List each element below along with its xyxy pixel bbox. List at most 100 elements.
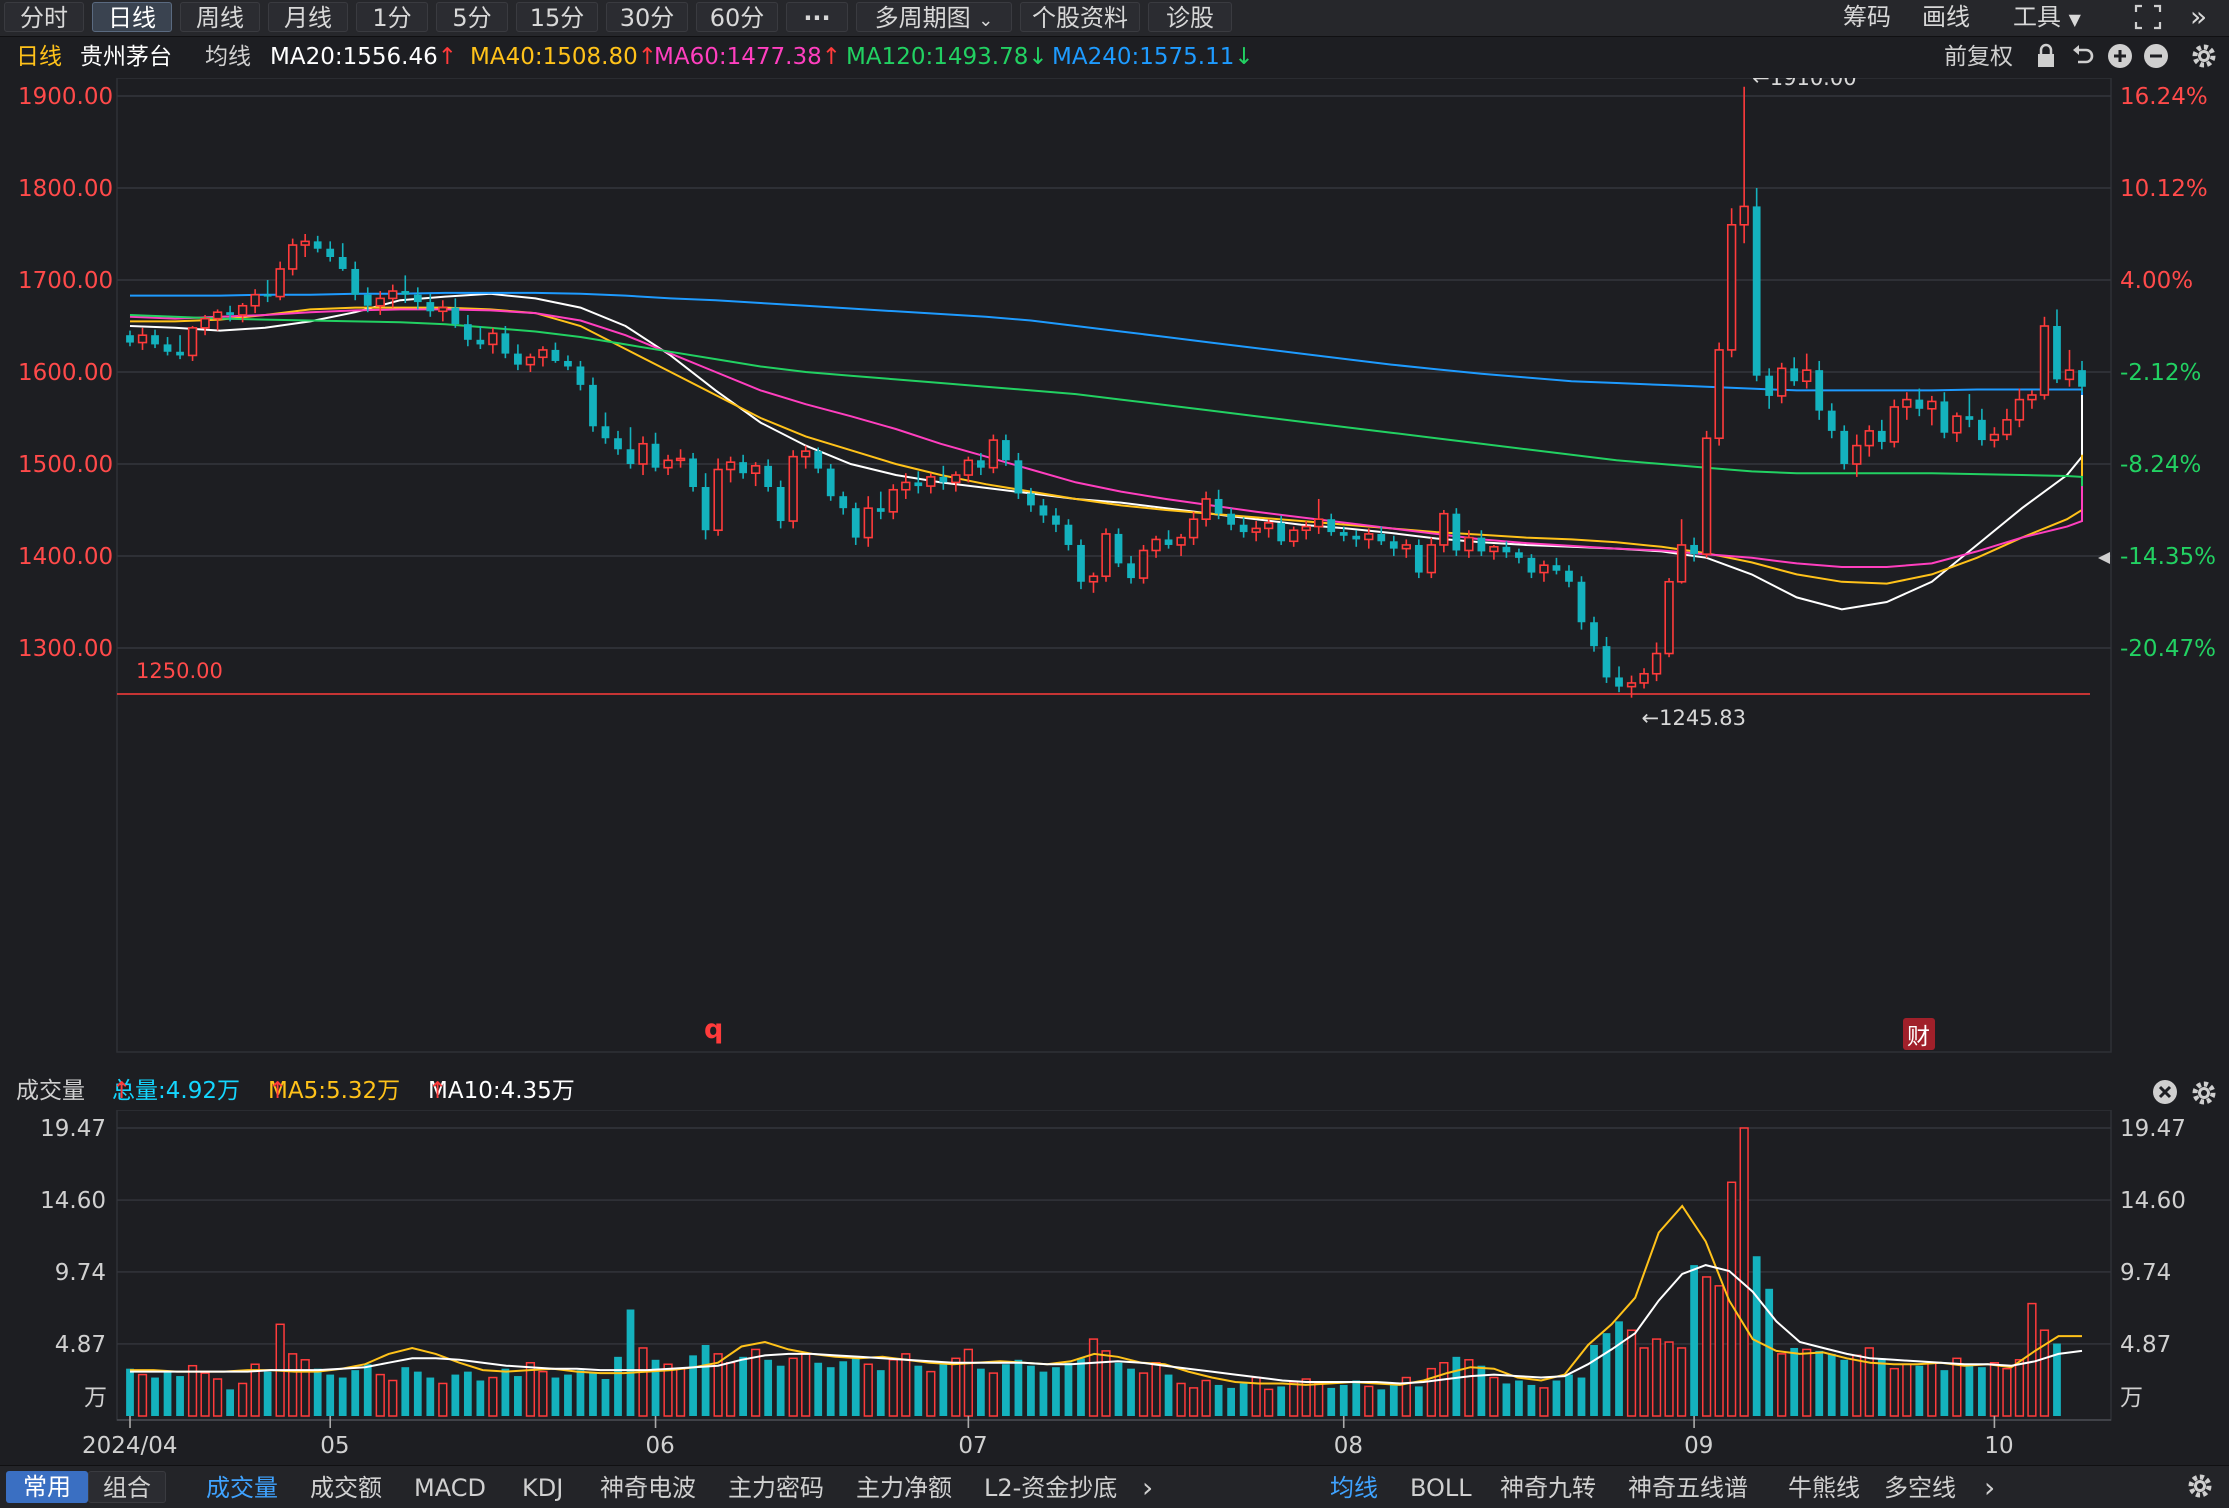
candle-body — [313, 241, 322, 249]
collapse-right-icon[interactable]: » — [2190, 2, 2207, 32]
candle-body — [525, 356, 536, 366]
tab-30min[interactable]: 30分 — [606, 2, 688, 32]
fullscreen-icon[interactable] — [2132, 2, 2164, 32]
period-toolbar: 分时 日线 周线 月线 1分 5分 15分 30分 60分 ··· 多周期图 ⌄… — [0, 0, 2229, 37]
tab-common[interactable]: 常用 — [6, 1471, 88, 1503]
candle-body — [801, 450, 811, 458]
indicator-volume[interactable]: 成交量 — [206, 1472, 278, 1504]
volume-bar — [1314, 1382, 1324, 1417]
candle-body — [750, 465, 761, 474]
volume-bar — [776, 1365, 785, 1416]
multi-period-dropdown[interactable]: 多周期图 ⌄ — [856, 2, 1012, 32]
tab-daily[interactable]: 日线 — [92, 2, 172, 32]
candle-body — [2078, 370, 2086, 387]
candle-body — [1927, 400, 1937, 410]
indicator-code[interactable]: 主力密码 — [728, 1472, 824, 1504]
candle-body — [1389, 541, 1398, 549]
candle-body — [1577, 581, 1586, 623]
candle-body — [451, 307, 460, 325]
overlay-five[interactable]: 神奇五线谱 — [1628, 1472, 1748, 1504]
vol-ma10-value: MA10:4.35万 — [428, 1078, 575, 1104]
volume-bar — [1014, 1359, 1023, 1416]
chips-button[interactable]: 筹码 — [1843, 2, 1891, 32]
candle-body — [1664, 580, 1674, 655]
candle-body — [951, 474, 961, 484]
volume-bar — [689, 1355, 697, 1416]
lock-icon[interactable] — [2034, 42, 2058, 80]
candle-body — [976, 460, 985, 468]
pct-tick-label: 16.24% — [2120, 84, 2208, 110]
adjust-button[interactable]: 前复权 — [1944, 40, 2013, 74]
volume-bar — [2014, 1359, 2025, 1417]
candle-body — [1088, 575, 1099, 583]
candle-body — [1151, 538, 1161, 552]
indicator-macd[interactable]: MACD — [414, 1472, 486, 1504]
volume-bar — [1690, 1265, 1698, 1416]
tab-60min[interactable]: 60分 — [696, 2, 778, 32]
candle-body — [1277, 522, 1286, 542]
arrow-up-icon: ↑ — [437, 44, 457, 70]
volume-bar — [651, 1359, 660, 1416]
tab-1min[interactable]: 1分 — [356, 2, 428, 32]
arrow-down-icon: ↓ — [1028, 44, 1048, 70]
tools-button[interactable]: 工具 ▼ — [2013, 2, 2081, 32]
candle-body — [1952, 415, 1962, 434]
candle-body — [1739, 205, 1749, 226]
volume-bar — [1377, 1389, 1386, 1416]
zoom-out-icon[interactable] — [2142, 42, 2170, 80]
volume-bar — [1664, 1341, 1674, 1417]
candle-body — [1752, 206, 1761, 376]
volume-bar — [1752, 1256, 1761, 1416]
indicator-l2[interactable]: L2-资金抄底 — [984, 1472, 1117, 1504]
volume-bar — [1651, 1338, 1662, 1417]
tab-weekly[interactable]: 周线 — [180, 2, 260, 32]
tab-monthly[interactable]: 月线 — [268, 2, 348, 32]
more-periods-button[interactable]: ··· — [786, 2, 848, 32]
overlay-ma[interactable]: 均线 — [1330, 1472, 1378, 1504]
x-tick-label: 06 — [646, 1433, 675, 1459]
candle-body — [1164, 539, 1173, 545]
overlay-longshort[interactable]: 多空线 — [1884, 1472, 1956, 1504]
tab-5min[interactable]: 5分 — [436, 2, 508, 32]
tab-combo[interactable]: 组合 — [88, 1471, 166, 1503]
chevron-right-icon[interactable]: › — [1984, 1472, 1995, 1504]
tab-fenshi[interactable]: 分时 — [4, 2, 84, 32]
chart-controls: 前复权 — [1944, 40, 2229, 74]
candle-body — [1489, 545, 1499, 553]
undo-icon[interactable] — [2070, 42, 2096, 80]
volume-chart[interactable]: 19.47 19.47 14.60 14.60 9.74 9.74 4.87 4.87 万 万 2… — [0, 1110, 2229, 1465]
indicator-wave[interactable]: 神奇电波 — [600, 1472, 696, 1504]
volume-bar — [1277, 1386, 1286, 1416]
indicator-net[interactable]: 主力净额 — [856, 1472, 952, 1504]
draw-button[interactable]: 画线 — [1922, 2, 1970, 32]
candle-body — [963, 459, 974, 476]
overlay-nine[interactable]: 神奇九转 — [1500, 1472, 1596, 1504]
candle-body — [576, 366, 585, 385]
diagnose-button[interactable]: 诊股 — [1148, 2, 1232, 32]
volume-bar — [451, 1374, 460, 1416]
candlestick-chart[interactable]: 1900.00 16.24% 1800.00 10.12% 1700.00 4.00% 16… — [0, 78, 2229, 1060]
chevron-right-icon[interactable]: › — [1142, 1472, 1153, 1504]
candle-body — [1426, 544, 1437, 574]
candle-body — [363, 294, 372, 306]
volume-bar — [876, 1370, 885, 1416]
volume-bar — [1389, 1383, 1398, 1416]
ma-legend: 日线 贵州茅台 均线 MA20:1556.46↑ MA40:1508.80↑ M… — [0, 40, 1900, 74]
overlay-boll[interactable]: BOLL — [1410, 1472, 1472, 1504]
gear-icon[interactable] — [2186, 1472, 2214, 1504]
overlay-bullbear[interactable]: 牛熊线 — [1788, 1472, 1860, 1504]
price-tick-label: 1300.00 — [18, 636, 113, 662]
candle-body — [1815, 370, 1824, 411]
zoom-in-icon[interactable] — [2106, 42, 2134, 80]
candle-body — [901, 481, 911, 491]
gear-icon[interactable] — [2190, 42, 2218, 80]
ma-type-label[interactable]: 均线 — [205, 40, 251, 74]
tab-15min[interactable]: 15分 — [516, 2, 598, 32]
candle-body — [589, 384, 597, 427]
candle-body — [126, 335, 134, 343]
candle-body — [1690, 544, 1698, 555]
indicator-amount[interactable]: 成交额 — [310, 1472, 382, 1504]
candle-body — [1852, 444, 1862, 465]
stock-info-button[interactable]: 个股资料 — [1020, 2, 1140, 32]
indicator-kdj[interactable]: KDJ — [522, 1472, 563, 1504]
